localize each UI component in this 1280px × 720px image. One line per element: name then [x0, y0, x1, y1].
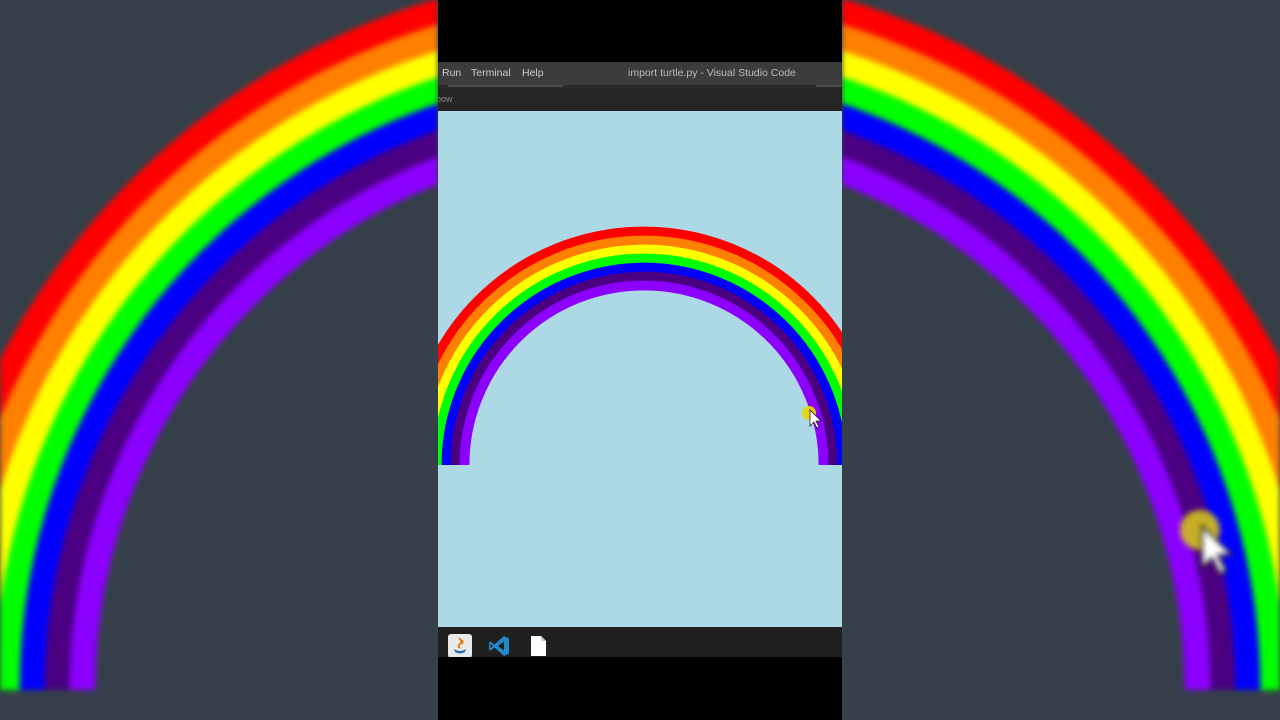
menu-run[interactable]: Run: [440, 62, 463, 84]
menu-terminal[interactable]: Terminal: [469, 62, 513, 84]
backdrop-rainbow-left: [0, 0, 438, 691]
vscode-titlebar: Run Terminal Help import turtle.py - Vis…: [438, 62, 842, 85]
backdrop-rainbow-right: [842, 0, 1280, 691]
file-icon[interactable]: [526, 634, 550, 658]
java-app-icon[interactable]: [448, 634, 472, 658]
letterbox-bottom: [438, 657, 842, 720]
capture-window: Run Terminal Help import turtle.py - Vis…: [438, 0, 842, 720]
progress-segment: [816, 85, 842, 87]
editor-tab-label[interactable]: bow: [438, 88, 453, 111]
window-title: import turtle.py - Visual Studio Code: [628, 67, 796, 79]
turtle-canvas: [438, 111, 842, 627]
progress-segment: [448, 85, 563, 87]
mouse-cursor-highlight-icon: [1180, 510, 1235, 576]
menu-help[interactable]: Help: [520, 62, 546, 84]
screen: Run Terminal Help import turtle.py - Vis…: [0, 0, 1280, 720]
backdrop-right: [842, 0, 1280, 720]
taskbar: [438, 627, 842, 658]
backdrop-left: [0, 0, 438, 720]
vscode-icon[interactable]: [487, 634, 511, 658]
letterbox-top: [438, 0, 842, 62]
rainbow-drawing: [438, 226, 842, 466]
editor-tab-bar: bow: [438, 88, 842, 111]
